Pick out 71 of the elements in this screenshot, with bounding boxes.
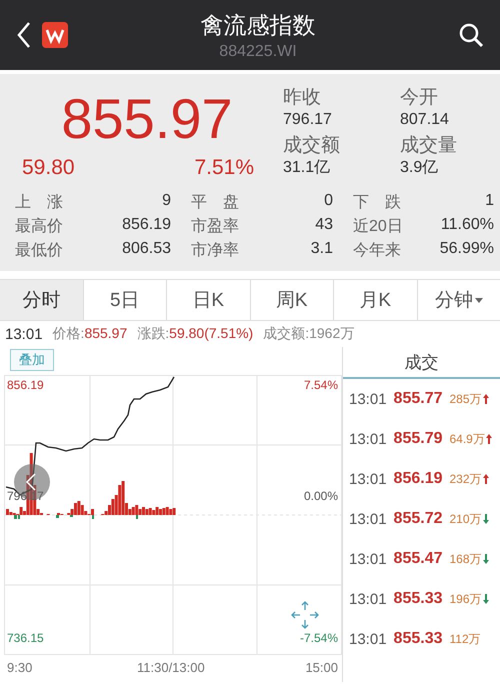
stat-label: 今年来 xyxy=(353,240,402,261)
trade-volume: 64.9万 xyxy=(449,430,485,448)
last-price: 855.97 xyxy=(60,86,234,152)
trade-price: 855.79 xyxy=(394,430,442,448)
stat-label: 最高价 xyxy=(15,216,64,237)
stat-value: 806.53 xyxy=(121,240,171,259)
stat-label: 平 盘 xyxy=(191,193,240,213)
trade-price: 855.72 xyxy=(394,510,442,528)
quote-time: 13:01 xyxy=(5,326,43,342)
field-label: 今开 xyxy=(400,86,439,110)
axis-label: -7.54% xyxy=(300,631,338,645)
trade-time: 13:01 xyxy=(349,590,387,608)
trade-time: 13:01 xyxy=(349,390,387,408)
stat-label: 上 涨 xyxy=(15,192,64,213)
stat-value: 1 xyxy=(484,192,494,211)
chart-tab[interactable]: 分时 xyxy=(0,280,84,320)
axis-label: 856.19 xyxy=(7,378,44,392)
trade-price: 855.33 xyxy=(394,630,442,648)
change-info: 涨跌:59.80(7.51%) xyxy=(137,325,254,343)
index-code: 884225.WI xyxy=(219,42,297,60)
trade-time: 13:01 xyxy=(349,430,387,448)
stat-value: 3.1 xyxy=(310,240,333,259)
search-icon[interactable] xyxy=(458,22,484,48)
stat-value: 856.19 xyxy=(121,216,171,235)
back-icon[interactable] xyxy=(16,21,32,49)
stat-label: 市盈率 xyxy=(191,216,240,237)
trade-time: 13:01 xyxy=(349,550,387,568)
stat-value: 56.99% xyxy=(438,240,494,259)
axis-label: 736.15 xyxy=(7,631,44,645)
trade-time: 13:01 xyxy=(349,510,387,528)
stat-label: 市净率 xyxy=(191,240,240,261)
amount-info: 成交额:1962万 xyxy=(263,325,354,343)
stat-label: 近20日 xyxy=(353,216,404,237)
trade-volume: 285万 xyxy=(449,390,482,408)
trades-header: 成交 xyxy=(343,347,500,379)
trade-time: 13:01 xyxy=(349,470,387,488)
trade-volume: 196万 xyxy=(449,590,482,608)
trade-price: 855.33 xyxy=(394,590,442,608)
stat-value: 0 xyxy=(323,192,333,211)
trade-volume: 168万 xyxy=(449,550,482,568)
expand-icon[interactable] xyxy=(290,600,320,630)
page-title: 禽流感指数 xyxy=(200,10,316,40)
stat-label: 最低价 xyxy=(15,241,64,261)
time-label: 11:30/13:00 xyxy=(137,660,205,675)
price-change: 59.80 xyxy=(22,156,75,180)
stat-label: 下 跌 xyxy=(353,193,402,213)
trade-volume: 210万 xyxy=(449,510,482,528)
logo-icon[interactable] xyxy=(42,22,68,48)
time-label: 15:00 xyxy=(305,660,338,675)
trade-time: 13:01 xyxy=(349,630,387,648)
trade-price: 856.19 xyxy=(394,470,442,488)
axis-label: 796.17 xyxy=(7,489,44,503)
field-value: 3.9亿 xyxy=(400,158,440,178)
axis-label: 7.54% xyxy=(304,378,338,392)
axis-label: 0.00% xyxy=(304,489,338,503)
stat-value: 43 xyxy=(314,216,333,235)
field-value: 807.14 xyxy=(400,110,450,130)
field-label: 成交量 xyxy=(400,134,458,158)
stat-value: 9 xyxy=(161,192,171,211)
field-label: 昨收 xyxy=(283,86,322,110)
field-label: 成交额 xyxy=(283,134,341,158)
price-info: 价格:855.97 xyxy=(52,325,128,343)
time-label: 9:30 xyxy=(7,660,32,675)
field-value: 31.1亿 xyxy=(283,158,332,178)
field-value: 796.17 xyxy=(283,110,333,130)
trade-price: 855.47 xyxy=(394,550,442,568)
stat-value: 11.60% xyxy=(440,216,494,235)
trade-price: 855.77 xyxy=(394,390,442,408)
trade-volume: 112万 xyxy=(449,630,481,648)
trade-volume: 232万 xyxy=(449,470,482,488)
change-percent: 7.51% xyxy=(194,156,254,180)
